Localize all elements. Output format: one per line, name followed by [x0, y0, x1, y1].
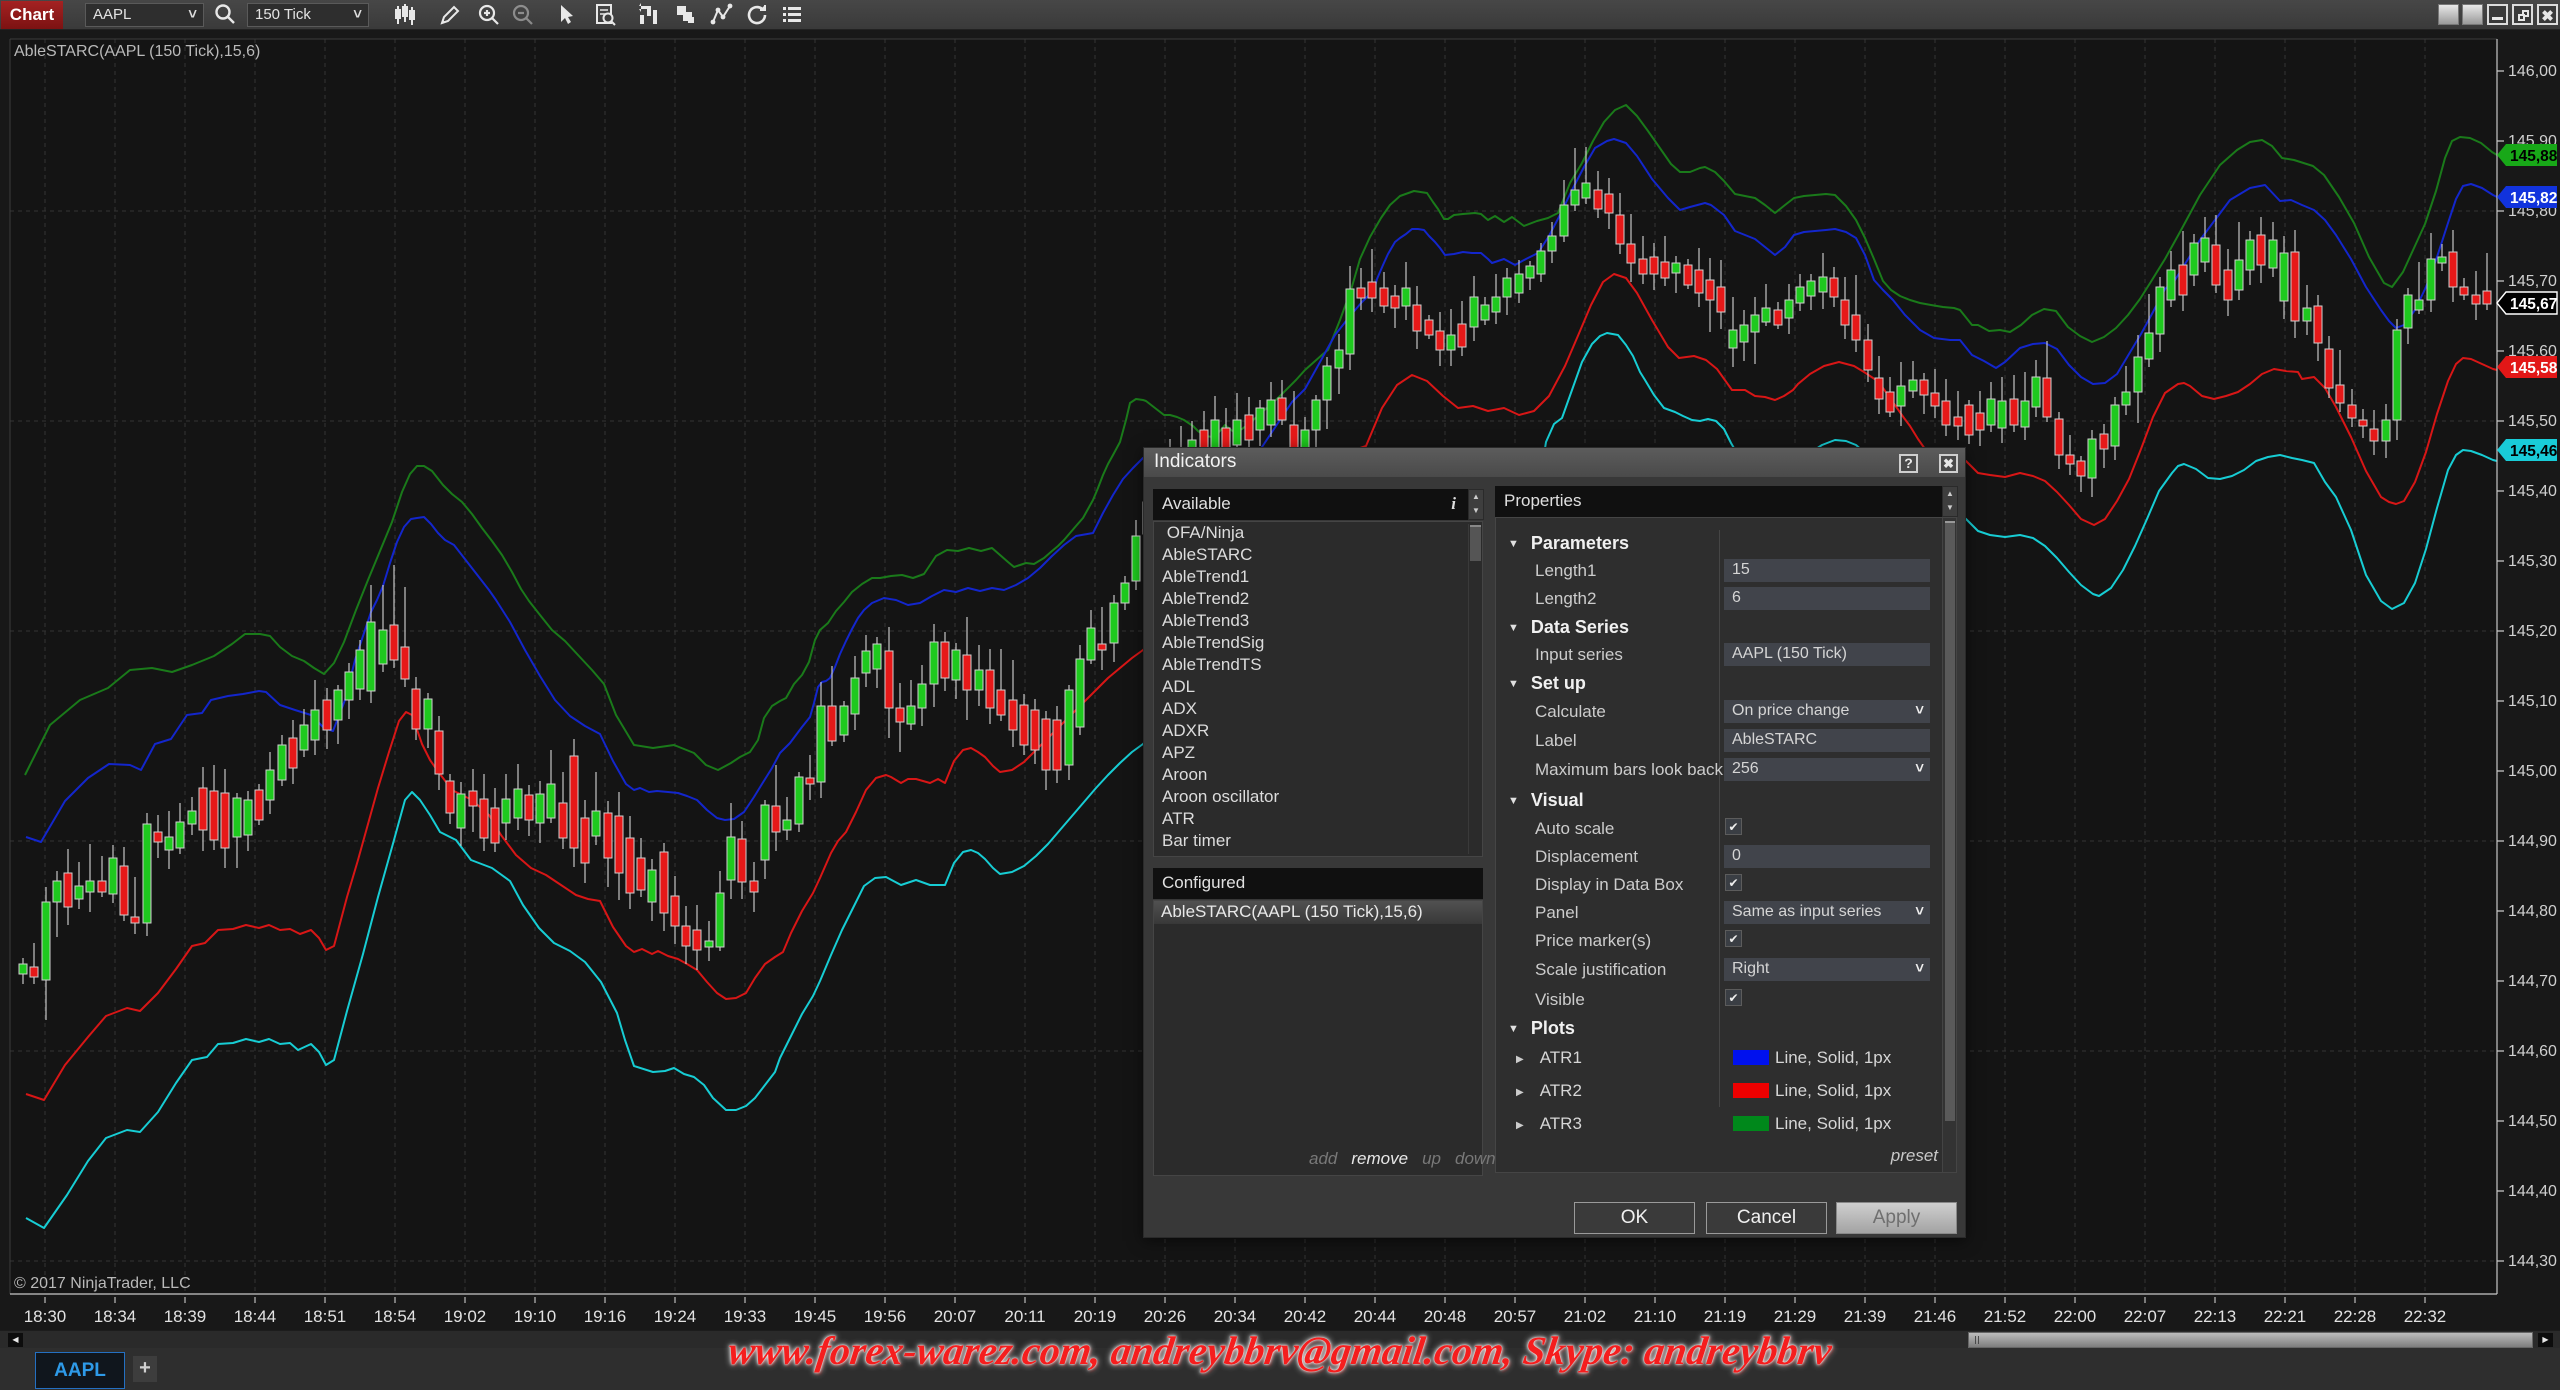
- svg-text:20:48: 20:48: [1424, 1307, 1467, 1326]
- svg-text:145,70: 145,70: [2508, 273, 2557, 290]
- svg-text:19:33: 19:33: [724, 1307, 767, 1326]
- svg-text:21:39: 21:39: [1844, 1307, 1887, 1326]
- svg-text:22:00: 22:00: [2054, 1307, 2097, 1326]
- svg-text:145,20: 145,20: [2508, 623, 2557, 640]
- svg-text:22:21: 22:21: [2264, 1307, 2307, 1326]
- svg-text:22:13: 22:13: [2194, 1307, 2237, 1326]
- svg-text:18:54: 18:54: [374, 1307, 417, 1326]
- svg-text:20:19: 20:19: [1074, 1307, 1117, 1326]
- svg-text:19:16: 19:16: [584, 1307, 627, 1326]
- svg-text:18:30: 18:30: [24, 1307, 67, 1326]
- svg-text:145,50: 145,50: [2508, 413, 2557, 430]
- svg-text:144,60: 144,60: [2508, 1043, 2557, 1060]
- svg-text:18:51: 18:51: [304, 1307, 347, 1326]
- svg-text:20:44: 20:44: [1354, 1307, 1397, 1326]
- svg-text:145,67: 145,67: [2510, 296, 2557, 313]
- svg-text:21:46: 21:46: [1914, 1307, 1957, 1326]
- svg-text:144,40: 144,40: [2508, 1183, 2557, 1200]
- svg-text:145,30: 145,30: [2508, 553, 2557, 570]
- svg-text:20:07: 20:07: [934, 1307, 977, 1326]
- svg-text:21:19: 21:19: [1704, 1307, 1747, 1326]
- svg-text:145,82: 145,82: [2510, 190, 2557, 207]
- svg-text:© 2017 NinjaTrader, LLC: © 2017 NinjaTrader, LLC: [14, 1275, 191, 1292]
- svg-text:144,50: 144,50: [2508, 1113, 2557, 1130]
- svg-text:22:32: 22:32: [2404, 1307, 2447, 1326]
- svg-text:AbleSTARC(AAPL (150 Tick),15,6: AbleSTARC(AAPL (150 Tick),15,6): [14, 43, 260, 60]
- svg-text:20:26: 20:26: [1144, 1307, 1187, 1326]
- svg-text:20:57: 20:57: [1494, 1307, 1537, 1326]
- svg-text:22:28: 22:28: [2334, 1307, 2377, 1326]
- svg-text:144,80: 144,80: [2508, 903, 2557, 920]
- svg-text:19:56: 19:56: [864, 1307, 907, 1326]
- svg-text:20:42: 20:42: [1284, 1307, 1327, 1326]
- svg-text:18:44: 18:44: [234, 1307, 277, 1326]
- svg-text:145,46: 145,46: [2510, 443, 2558, 460]
- svg-text:21:10: 21:10: [1634, 1307, 1677, 1326]
- svg-text:18:34: 18:34: [94, 1307, 137, 1326]
- svg-text:145,00: 145,00: [2508, 763, 2557, 780]
- svg-text:19:24: 19:24: [654, 1307, 697, 1326]
- svg-text:18:39: 18:39: [164, 1307, 207, 1326]
- svg-text:144,30: 144,30: [2508, 1253, 2557, 1270]
- svg-text:145,58: 145,58: [2510, 360, 2558, 377]
- svg-text:21:02: 21:02: [1564, 1307, 1607, 1326]
- svg-text:145,10: 145,10: [2508, 693, 2557, 710]
- svg-text:22:07: 22:07: [2124, 1307, 2167, 1326]
- svg-text:19:02: 19:02: [444, 1307, 487, 1326]
- svg-text:146,00: 146,00: [2508, 63, 2557, 80]
- svg-text:19:45: 19:45: [794, 1307, 837, 1326]
- svg-text:19:10: 19:10: [514, 1307, 557, 1326]
- svg-text:144,90: 144,90: [2508, 833, 2557, 850]
- svg-text:21:29: 21:29: [1774, 1307, 1817, 1326]
- svg-text:145,88: 145,88: [2510, 148, 2558, 165]
- svg-text:145,40: 145,40: [2508, 483, 2557, 500]
- svg-text:21:52: 21:52: [1984, 1307, 2027, 1326]
- svg-text:144,70: 144,70: [2508, 973, 2557, 990]
- svg-text:20:34: 20:34: [1214, 1307, 1257, 1326]
- svg-text:20:11: 20:11: [1004, 1307, 1045, 1326]
